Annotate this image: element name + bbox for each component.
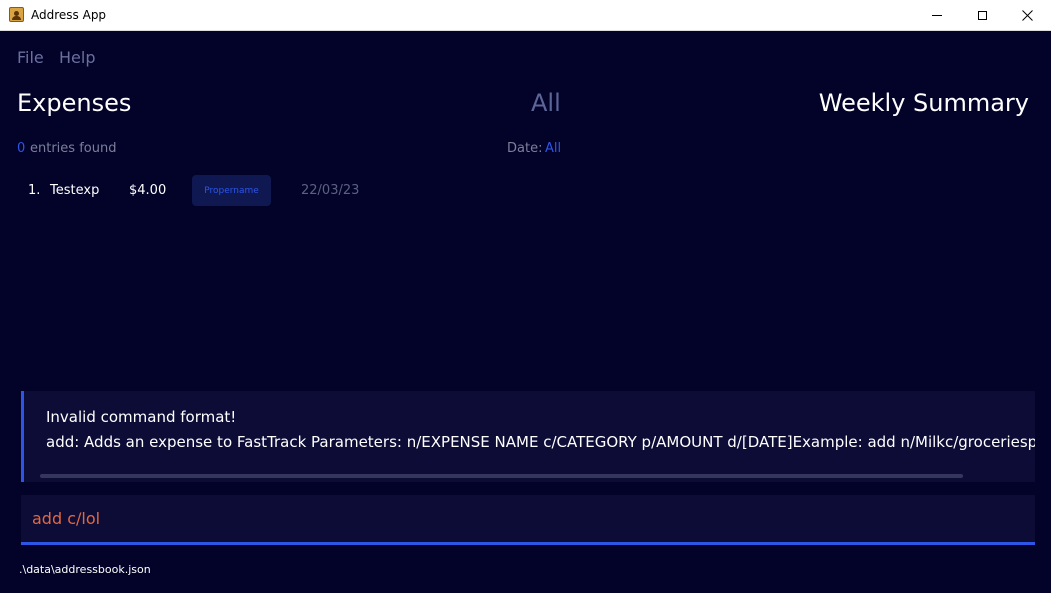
expense-date: 22/03/23 [301,183,360,198]
expense-index: 1. [28,183,41,198]
command-input[interactable] [21,495,1035,542]
menu-file[interactable]: File [17,48,44,67]
entries-count: 0 [17,141,26,156]
minimize-button[interactable] [914,0,960,31]
close-icon [1021,10,1033,21]
expense-amount: $4.00 [129,183,167,198]
expense-name: Testexp [50,183,100,198]
maximize-icon [977,11,987,20]
command-box [21,495,1035,545]
address-book-icon [9,7,24,22]
status-file-path: .\data\addressbook.json [19,563,151,576]
entries-count-label: entries found [30,141,117,156]
title-bar: Address App [0,0,1051,31]
maximize-button[interactable] [959,0,1005,31]
expenses-title: Expenses [17,89,132,117]
close-button[interactable] [1004,0,1050,31]
date-filter-value: All [545,141,562,156]
result-message-detail: add: Adds an expense to FastTrack Parame… [46,433,1035,451]
horizontal-scrollbar[interactable] [40,474,963,478]
result-message-title: Invalid command format! [46,408,237,426]
category-filter-label: All [531,89,561,117]
category-badge: Propername [192,175,271,206]
minimize-icon [932,15,942,16]
date-filter-label: Date: [507,141,543,156]
result-display: Invalid command format! add: Adds an exp… [21,391,1035,482]
window-title: Address App [31,8,107,22]
weekly-summary-title: Weekly Summary [818,89,1029,117]
menu-help[interactable]: Help [59,48,95,67]
